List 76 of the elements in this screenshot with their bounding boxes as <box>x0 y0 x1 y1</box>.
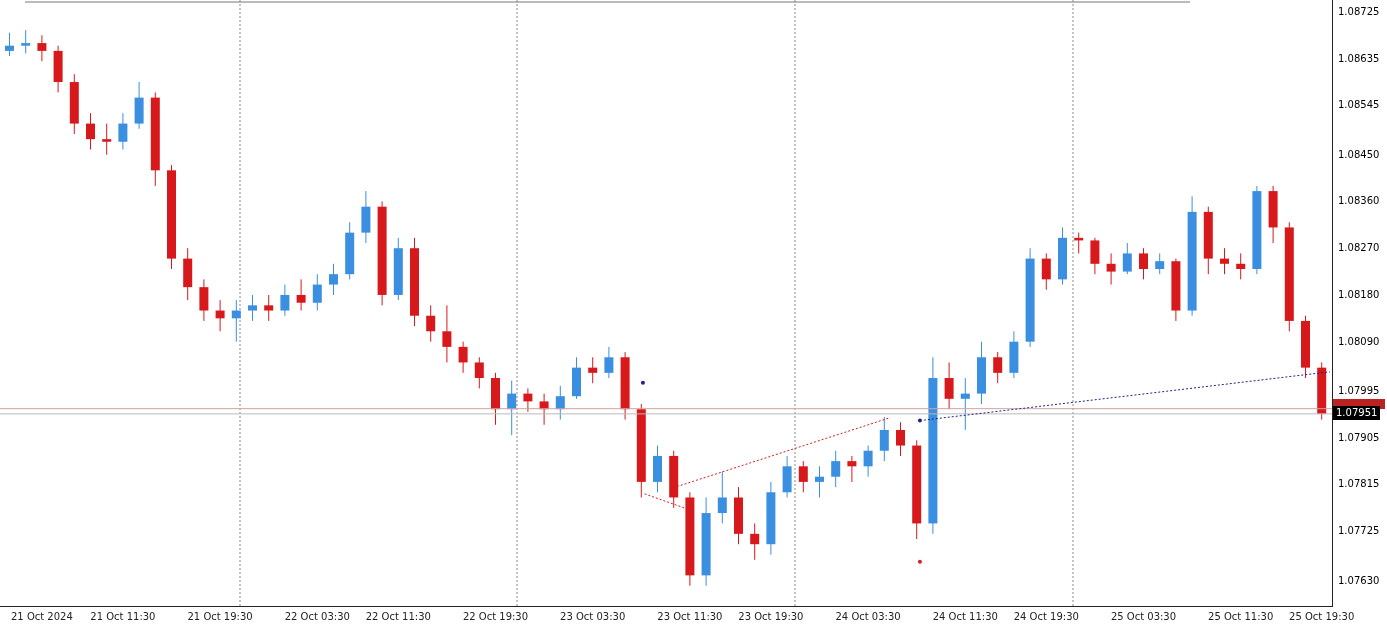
candlestick <box>37 34 47 62</box>
candlestick <box>1090 237 1100 275</box>
time-label: 25 Oct 11:30 <box>1208 611 1274 622</box>
time-label: 22 Oct 03:30 <box>284 611 350 622</box>
candlestick <box>879 416 889 462</box>
candlestick <box>798 460 808 493</box>
candlestick <box>555 385 565 421</box>
candlestick <box>539 393 549 426</box>
price-label: 1.08545 <box>1338 98 1380 113</box>
candlestick <box>1139 247 1148 280</box>
candlestick <box>507 380 517 436</box>
candlestick <box>717 471 727 524</box>
candlestick <box>750 522 760 561</box>
candlestick <box>1041 252 1051 291</box>
price-label: 1.07725 <box>1338 524 1380 539</box>
time-label: 21 Oct 19:30 <box>187 611 253 622</box>
price-label: 1.08450 <box>1338 147 1380 162</box>
candlestick <box>21 29 31 54</box>
price-label: 1.08360 <box>1338 194 1380 209</box>
price-label: 1.07630 <box>1338 573 1380 588</box>
trade-marker-icon <box>917 418 922 423</box>
time-label: 24 Oct 19:30 <box>1013 611 1079 622</box>
time-label: 23 Oct 11:30 <box>657 611 723 622</box>
candlestick <box>426 304 436 343</box>
time-label: 25 Oct 03:30 <box>1110 611 1177 622</box>
candlestick <box>280 284 290 317</box>
time-label: 23 Oct 19:30 <box>738 611 804 622</box>
time-label: 24 Oct 11:30 <box>932 611 998 622</box>
candlestick <box>312 273 322 312</box>
candlestick <box>264 294 274 322</box>
time-label: 22 Oct 11:30 <box>365 611 431 622</box>
price-label: 1.08090 <box>1338 334 1380 349</box>
candlestick <box>5 32 14 57</box>
time-label: 23 Oct 03:30 <box>560 611 626 622</box>
time-label: 22 Oct 19:30 <box>462 611 529 622</box>
candlestick <box>993 351 1003 384</box>
candlestick <box>960 377 970 431</box>
candlestick <box>604 346 614 379</box>
price-label: 1.07905 <box>1338 430 1380 445</box>
time-label: 21 Oct 2024 <box>11 611 73 622</box>
candlestick <box>474 356 484 389</box>
price-label: 1.07995 <box>1338 384 1380 398</box>
candlestick <box>329 263 338 296</box>
candlestick <box>815 465 824 498</box>
candlestick <box>102 123 112 156</box>
price-label: 1.08725 <box>1338 4 1380 19</box>
price-label: 1.08180 <box>1338 287 1380 302</box>
candlestick <box>1220 247 1229 275</box>
candlestick <box>863 445 873 478</box>
trade-marker-icon <box>917 559 922 564</box>
time-label: 25 Oct 19:30 <box>1289 611 1355 622</box>
candlestick <box>1236 252 1246 280</box>
price-label: 1.07815 <box>1338 477 1380 492</box>
time-label: 21 Oct 11:30 <box>90 611 156 622</box>
candlestick <box>458 341 468 374</box>
candlestick <box>847 455 857 483</box>
candlestick <box>896 421 905 457</box>
candlestick <box>248 294 257 322</box>
candlestick <box>296 278 306 312</box>
candlestick <box>1155 252 1165 275</box>
candlestick <box>1106 252 1116 286</box>
candlestick <box>831 450 841 488</box>
candlestick <box>588 356 598 384</box>
price-label: 1.08270 <box>1338 241 1380 256</box>
candlestick <box>86 112 95 151</box>
candlestick <box>1122 242 1132 275</box>
time-label: 24 Oct 03:30 <box>835 611 901 622</box>
candlestick <box>231 299 241 343</box>
trade-marker-icon <box>640 380 645 385</box>
candlestick <box>199 278 209 322</box>
candlestick <box>215 299 225 332</box>
candlestick <box>944 361 954 410</box>
candlestick <box>442 304 452 363</box>
price-label: 1.08635 <box>1338 51 1380 66</box>
candlestick <box>523 387 533 413</box>
candlestick <box>118 112 128 151</box>
